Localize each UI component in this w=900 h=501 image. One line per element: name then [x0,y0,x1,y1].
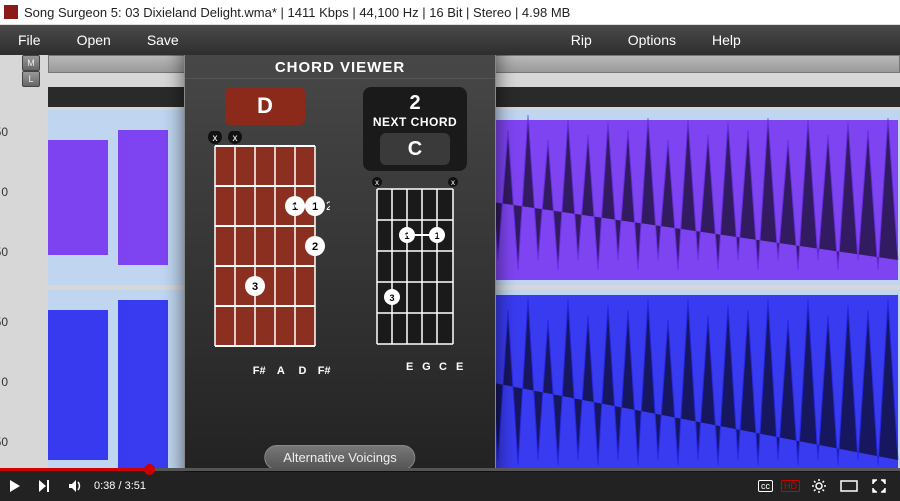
video-progress-bar[interactable] [0,468,900,471]
fullscreen-button[interactable] [864,471,894,501]
video-progress-handle[interactable] [144,464,155,475]
video-time-display: 0:38 / 3:51 [94,480,146,492]
current-chord-fretboard: x x 1 1 2 2 3 [200,131,330,361]
next-chord-name: C [380,133,450,165]
theater-mode-button[interactable] [834,471,864,501]
svg-text:2: 2 [312,241,318,253]
cc-button[interactable]: cc [758,480,773,492]
next-chord-label: NEXT CHORD [373,115,457,129]
waveform-workspace[interactable]: M L 0:24 0:28 0:52 0:56 1:00 1:04 1:08 1… [0,55,900,472]
main-menubar: File Open Save Rip Options Help [0,25,900,55]
next-chord-column: 2 NEXT CHORD C [345,87,485,377]
yaxis-label: -50 [0,435,8,449]
svg-text:3: 3 [389,293,394,303]
alternative-voicings-button[interactable]: Alternative Voicings [264,445,415,470]
svg-text:x: x [451,178,455,187]
menu-file[interactable]: File [0,32,59,48]
video-current-time: 0:38 [94,480,115,492]
track-loop-button[interactable]: L [22,71,40,87]
next-chord-string-notes: E G C E [362,361,468,373]
video-progress-played [0,468,144,471]
next-chord-countdown: 2 [409,93,420,113]
menu-open[interactable]: Open [59,32,129,48]
track-mute-button[interactable]: M [22,55,40,71]
video-duration: 3:51 [125,480,146,492]
svg-text:3: 3 [252,281,258,293]
svg-text:x: x [233,133,238,144]
volume-button[interactable] [60,471,90,501]
yaxis-label: -50 [0,245,8,259]
play-button[interactable] [0,471,30,501]
yaxis-label: 50 [0,125,8,139]
video-player-controls: 0:38 / 3:51 cc HD [0,471,900,501]
chord-viewer-header: CHORD VIEWER [185,55,495,79]
window-title: Song Surgeon 5: 03 Dixieland Delight.wma… [24,5,570,20]
svg-text:x: x [213,133,218,144]
next-chord-box: 2 NEXT CHORD C [363,87,467,171]
yaxis-label: 0 [0,185,8,199]
window-titlebar: Song Surgeon 5: 03 Dixieland Delight.wma… [0,0,900,25]
menu-rip[interactable]: Rip [553,32,610,48]
app-icon [4,5,18,19]
menu-save[interactable]: Save [129,32,197,48]
settings-button[interactable] [804,471,834,501]
yaxis-label: 0 [0,375,8,389]
svg-text:2: 2 [326,199,330,213]
current-chord-string-notes: F# A D F# [195,365,335,377]
menu-options[interactable]: Options [610,32,694,48]
hd-badge: HD [781,480,800,492]
current-chord-badge: D [225,87,305,125]
svg-text:x: x [375,178,379,187]
menu-help[interactable]: Help [694,32,759,48]
next-chord-fretboard: x x 1 1 3 [365,177,465,357]
chord-viewer-window[interactable]: Chord Viewer × CHORD VIEWER D [184,55,496,472]
yaxis-label: 50 [0,315,8,329]
next-button[interactable] [30,471,60,501]
current-chord-column: D [195,87,335,377]
